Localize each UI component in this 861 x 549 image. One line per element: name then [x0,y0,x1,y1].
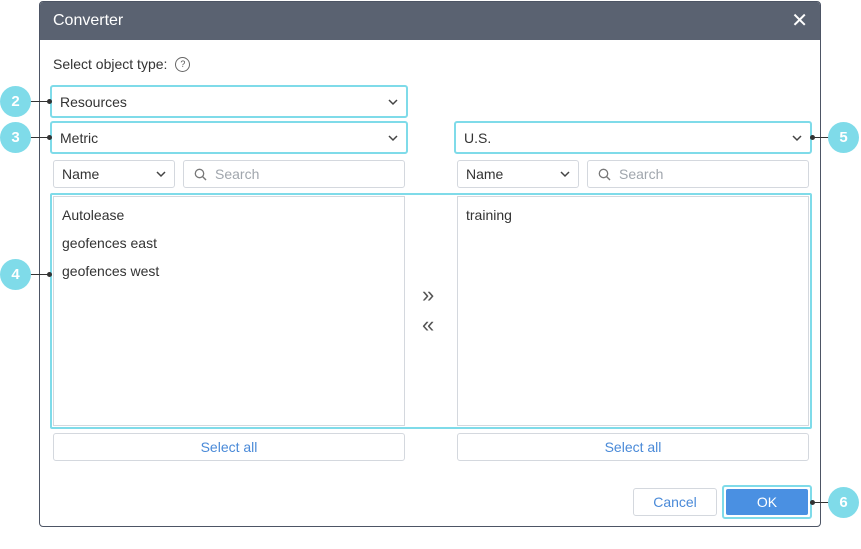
chevron-down-icon [156,171,166,178]
right-search-placeholder: Search [619,166,664,182]
chevron-down-icon [388,98,398,105]
chevron-down-icon [388,134,398,141]
chevron-down-icon [560,171,570,178]
callout-line [29,101,49,102]
move-left-icon[interactable]: « [422,314,434,336]
callout-dot [47,272,52,277]
cancel-button[interactable]: Cancel [633,488,717,516]
list-item[interactable]: geofences west [62,261,396,289]
callout-badge: 2 [0,86,31,117]
move-right-icon[interactable]: » [422,284,434,306]
callout-badge: 5 [828,122,859,153]
callout-badge: 6 [828,487,859,518]
callout-dot [810,500,815,505]
object-type-label-row: Select object type: ? [53,56,191,72]
left-unit-value: Metric [60,129,99,146]
dialog-titlebar: Converter ✕ [40,2,820,40]
chevron-down-icon [792,134,802,141]
object-type-select[interactable]: Resources [50,85,408,118]
left-sort-select[interactable]: Name [53,160,175,188]
help-icon[interactable]: ? [175,56,191,72]
left-sort-value: Name [62,166,100,182]
ok-button-highlight: OK [722,485,812,519]
callout-dot [810,135,815,140]
right-search-input[interactable]: Search [587,160,809,188]
right-object-list[interactable]: training [457,196,809,426]
callout-line [29,137,49,138]
right-unit-value: U.S. [464,129,492,146]
callout-badge: 3 [0,122,31,153]
right-select-all-button[interactable]: Select all [457,433,809,461]
list-item[interactable]: geofences east [62,233,396,261]
right-sort-value: Name [466,166,504,182]
right-unit-select[interactable]: U.S. [454,121,812,154]
right-sort-select[interactable]: Name [457,160,579,188]
left-search-input[interactable]: Search [183,160,405,188]
left-unit-select[interactable]: Metric [50,121,408,154]
object-type-label: Select object type: [53,56,168,72]
left-search-placeholder: Search [215,166,260,182]
callout-dot [47,99,52,104]
ok-button[interactable]: OK [726,489,808,515]
search-icon [598,168,611,180]
left-object-list[interactable]: Autolease geofences east geofences west [53,196,405,426]
callout-line [29,274,49,275]
search-icon [194,168,207,180]
callout-badge: 4 [0,259,31,290]
list-item[interactable]: training [466,205,800,233]
object-type-value: Resources [60,93,127,110]
callout-dot [47,135,52,140]
left-select-all-button[interactable]: Select all [53,433,405,461]
list-item[interactable]: Autolease [62,205,396,233]
close-icon[interactable]: ✕ [791,11,808,31]
dialog-title: Converter [53,12,124,29]
